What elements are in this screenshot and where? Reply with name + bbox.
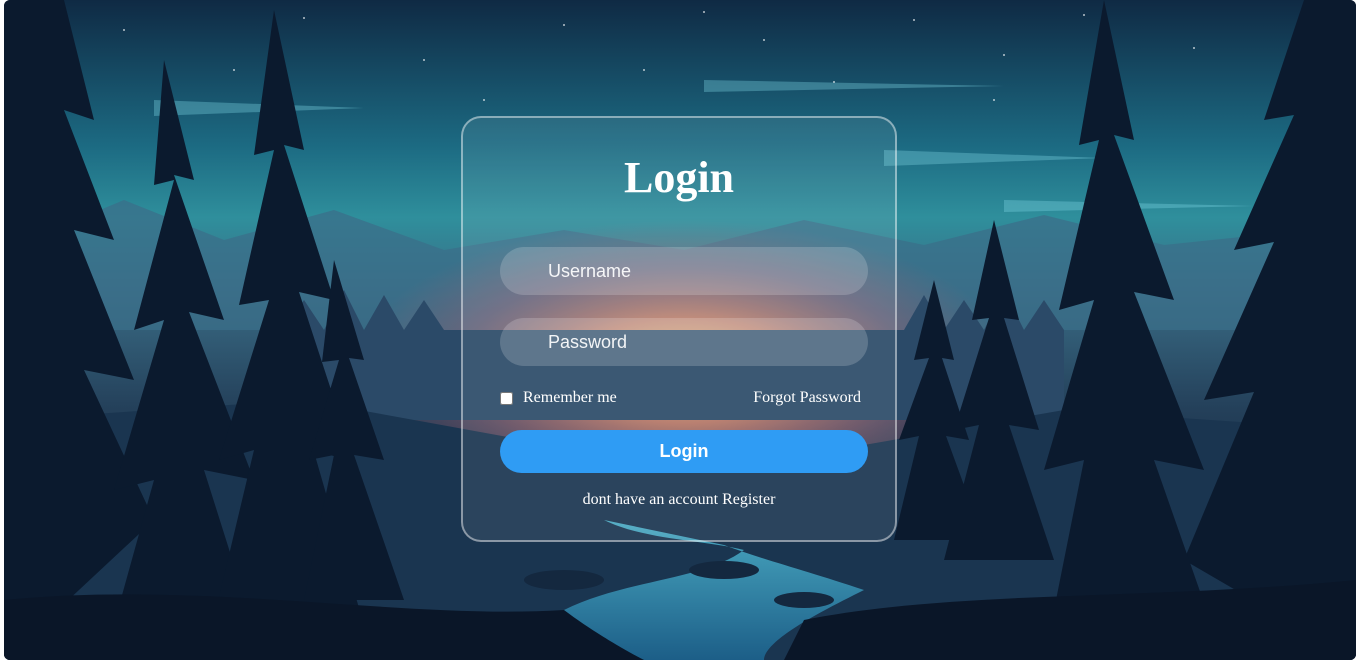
remember-me-label: Remember me bbox=[523, 389, 617, 406]
remember-me-row[interactable]: Remember me bbox=[500, 388, 617, 408]
page-frame: Login Remember me Forgot Password Login … bbox=[4, 0, 1356, 660]
login-card: Login Remember me Forgot Password Login … bbox=[461, 116, 897, 542]
remember-me-checkbox[interactable] bbox=[500, 391, 513, 405]
password-input[interactable] bbox=[500, 318, 868, 366]
username-input[interactable] bbox=[500, 247, 868, 295]
login-button[interactable]: Login bbox=[500, 430, 868, 473]
register-prompt: dont have an account bbox=[582, 491, 719, 508]
login-title: Login bbox=[623, 153, 735, 202]
register-line: dont have an account Register bbox=[463, 490, 895, 510]
forgot-password-link[interactable]: Forgot Password bbox=[753, 388, 861, 408]
register-link[interactable]: Register bbox=[722, 491, 775, 508]
